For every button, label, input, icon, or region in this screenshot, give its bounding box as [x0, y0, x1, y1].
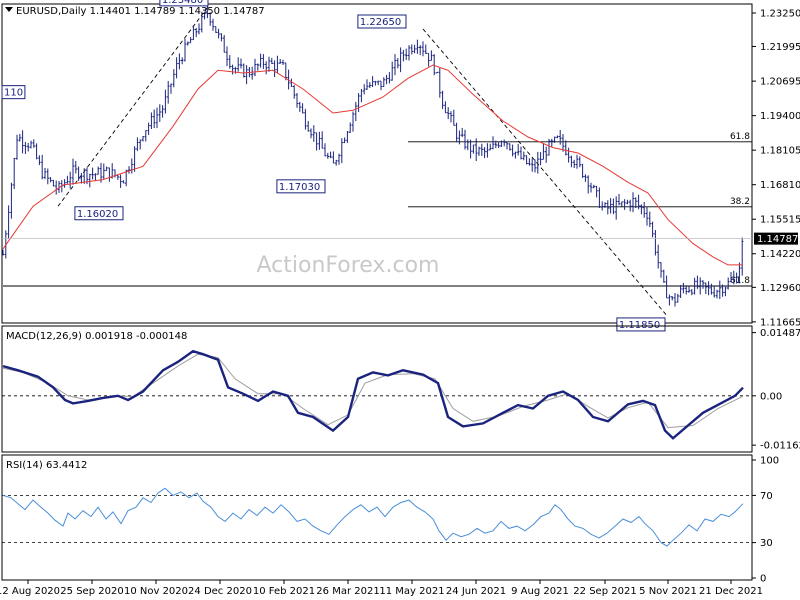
price-label: 1.16020: [77, 209, 118, 220]
date-label: 26 Mar 2021: [316, 586, 379, 597]
date-label: 5 Nov 2021: [639, 586, 697, 597]
macd-tick-label: 0.00: [760, 391, 782, 402]
date-label: 10 Feb 2021: [253, 586, 315, 597]
price-tick-label: 1.14220: [760, 249, 800, 260]
date-label: 12 Aug 2020: [0, 586, 60, 597]
rsi-tick-label: 70: [760, 491, 773, 502]
price-label: 110: [4, 88, 23, 99]
macd-title: MACD(12,26,9) 0.001918 -0.000148: [6, 331, 187, 342]
price-tick-label: 1.23250: [760, 8, 800, 19]
eurusd-chart: ActionForex.com 61.8 38.2 61.8 1.23480 1.22…: [0, 0, 800, 600]
current-price-marker: 1.14787: [754, 232, 798, 245]
price-label: 1.17030: [279, 182, 320, 193]
rsi-tick-label: 100: [760, 456, 779, 467]
date-label: 25 Sep 2020: [60, 586, 123, 597]
fib-label: 61.8: [730, 132, 750, 142]
price-tick-label: 1.21995: [760, 42, 800, 53]
price-tick-label: 1.19400: [760, 111, 800, 122]
price-label: 1.22650: [360, 17, 401, 28]
date-label: 11 May 2021: [379, 586, 444, 597]
fib-label: 38.2: [730, 197, 750, 207]
price-label: 1.11850: [619, 320, 660, 331]
watermark: ActionForex.com: [257, 253, 440, 278]
macd-tick-label: 0.014878: [760, 328, 800, 339]
macd-tick-label: -0.011622: [760, 441, 800, 452]
price-tick-label: 1.16810: [760, 180, 800, 191]
date-label: 24 Dec 2020: [188, 586, 252, 597]
date-label: 22 Sep 2021: [573, 586, 636, 597]
price-tick-label: 1.11665: [760, 317, 800, 328]
date-label: 10 Nov 2020: [124, 586, 188, 597]
rsi-tick-label: 0: [760, 574, 766, 585]
chart-header: EURUSD,Daily 1.14401 1.14789 1.14350 1.1…: [16, 6, 265, 17]
price-label: 1.23480: [162, 0, 203, 6]
price-tick-label: 1.15515: [760, 215, 800, 226]
rsi-title: RSI(14) 63.4412: [6, 460, 87, 471]
date-label: 24 Jun 2021: [446, 586, 506, 597]
price-tick-label: 1.12960: [760, 283, 800, 294]
date-label: 9 Aug 2021: [511, 586, 569, 597]
current-price-label: 1.14787: [757, 234, 798, 245]
price-tick-label: 1.20695: [760, 77, 800, 88]
price-tick-label: 1.18105: [760, 146, 800, 157]
fib-label: 61.8: [730, 276, 750, 286]
date-label: 21 Dec 2021: [699, 586, 763, 597]
rsi-tick-label: 30: [760, 538, 773, 549]
